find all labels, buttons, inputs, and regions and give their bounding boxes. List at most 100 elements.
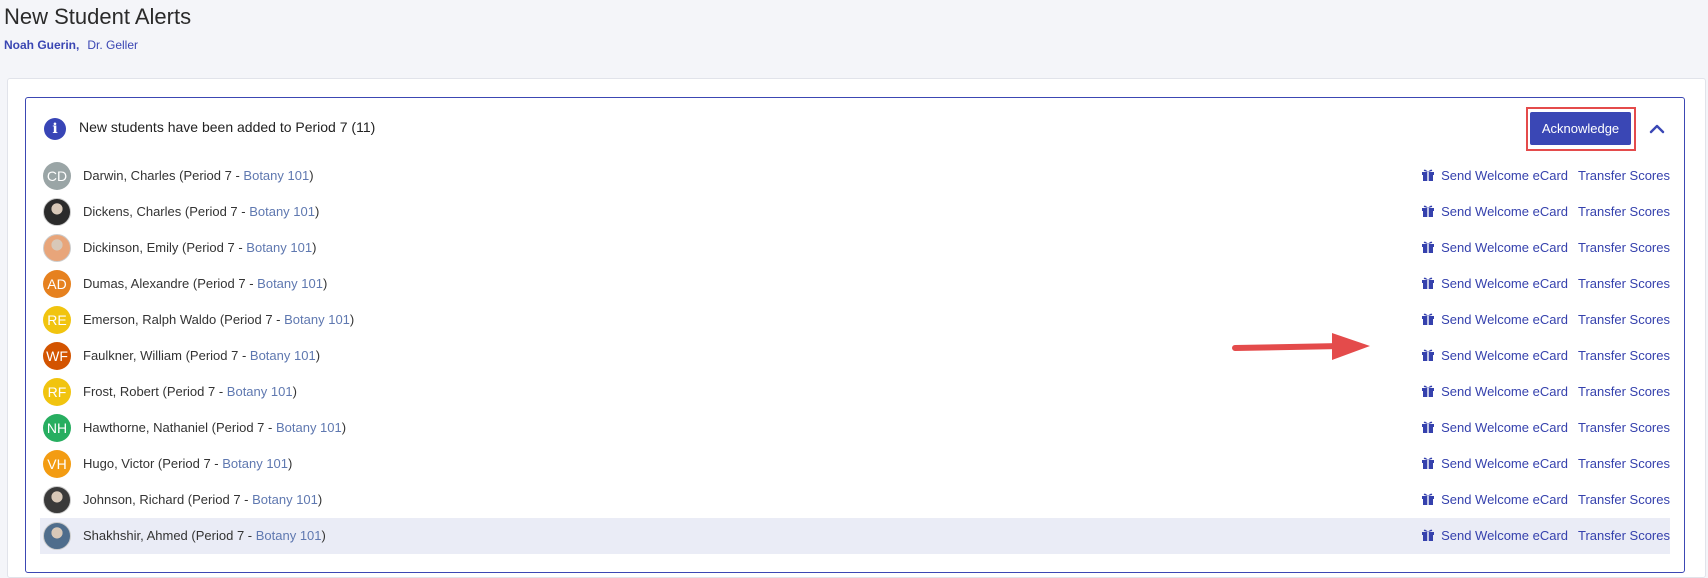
student-name-text: Dickens, Charles [83,204,182,219]
course-link[interactable]: Botany 101 [222,456,288,471]
student-period: (Period 7 - [181,240,247,255]
send-welcome-ecard-link[interactable]: Send Welcome eCard [1441,348,1568,363]
student-name: Dumas, Alexandre (Period 7 - Botany 101) [83,276,327,291]
avatar [43,522,71,550]
transfer-scores-link[interactable]: Transfer Scores [1578,276,1670,291]
student-period: (Period 7 - [184,204,250,219]
transfer-scores-link[interactable]: Transfer Scores [1578,168,1670,183]
student-name-text: Hugo, Victor [83,456,155,471]
send-welcome-ecard-link[interactable]: Send Welcome eCard [1441,276,1568,291]
gift-icon [1422,385,1435,397]
gift-icon [1422,241,1435,253]
student-name: Johnson, Richard (Period 7 - Botany 101) [83,492,322,507]
avatar-initials: WF [46,348,68,364]
student-name: Emerson, Ralph Waldo (Period 7 - Botany … [83,312,354,327]
transfer-scores-link[interactable]: Transfer Scores [1578,420,1670,435]
student-name-text: Faulkner, William [83,348,182,363]
student-list: CD Darwin, Charles (Period 7 - Botany 101… [40,158,1670,554]
transfer-scores-link[interactable]: Transfer Scores [1578,456,1670,471]
avatar-initials: NH [46,420,68,436]
student-period: (Period 7 - [157,456,223,471]
row-actions: Send Welcome eCard Transfer Scores [1421,384,1670,399]
send-welcome-ecard-link[interactable]: Send Welcome eCard [1441,456,1568,471]
transfer-scores-link[interactable]: Transfer Scores [1578,312,1670,327]
avatar [43,234,71,262]
student-period-close: ) [341,420,347,435]
student-period: (Period 7 - [219,312,285,327]
course-link[interactable]: Botany 101 [284,312,350,327]
send-welcome-ecard-link[interactable]: Send Welcome eCard [1441,312,1568,327]
transfer-scores-link[interactable]: Transfer Scores [1578,528,1670,543]
row-actions: Send Welcome eCard Transfer Scores [1421,348,1670,363]
send-welcome-ecard-link[interactable]: Send Welcome eCard [1441,492,1568,507]
avatar-initials: RE [47,312,67,328]
avatar: NH [43,414,71,442]
transfer-scores-link[interactable]: Transfer Scores [1578,240,1670,255]
transfer-scores-link[interactable]: Transfer Scores [1578,204,1670,219]
course-link[interactable]: Botany 101 [249,204,315,219]
student-period-close: ) [322,276,328,291]
student-row: NH Hawthorne, Nathaniel (Period 7 - Botan… [40,410,1670,446]
course-link[interactable]: Botany 101 [250,348,316,363]
transfer-scores-link[interactable]: Transfer Scores [1578,492,1670,507]
avatar-initials: RF [47,384,67,400]
transfer-scores-link[interactable]: Transfer Scores [1578,348,1670,363]
breadcrumb: Noah Guerin, Dr. Geller [4,38,138,52]
instructor-link[interactable]: Dr. Geller [87,38,138,52]
send-welcome-ecard-link[interactable]: Send Welcome eCard [1441,240,1568,255]
student-row: RE Emerson, Ralph Waldo (Period 7 - Botan… [40,302,1670,338]
student-name: Frost, Robert (Period 7 - Botany 101) [83,384,297,399]
student-period: (Period 7 - [162,384,227,399]
student-name: Hugo, Victor (Period 7 - Botany 101) [83,456,292,471]
row-actions: Send Welcome eCard Transfer Scores [1421,492,1670,507]
student-period: (Period 7 - [191,528,256,543]
send-welcome-ecard-link[interactable]: Send Welcome eCard [1441,168,1568,183]
student-period-close: ) [317,492,323,507]
student-period: (Period 7 - [192,276,258,291]
avatar: RF [43,378,71,406]
course-link[interactable]: Botany 101 [252,492,318,507]
gift-icon [1422,205,1435,217]
student-period-close: ) [292,384,297,399]
student-name-text: Johnson, Richard [83,492,185,507]
course-link[interactable]: Botany 101 [243,168,309,183]
course-link[interactable]: Botany 101 [257,276,323,291]
send-welcome-ecard-link[interactable]: Send Welcome eCard [1441,528,1568,543]
student-period: (Period 7 - [185,348,250,363]
student-row: Shakhshir, Ahmed (Period 7 - Botany 101)… [40,518,1670,554]
chevron-up-icon[interactable] [1647,119,1667,139]
student-name-text: Hawthorne, Nathaniel [83,420,209,435]
student-period-close: ) [349,312,355,327]
acknowledge-button[interactable]: Acknowledge [1530,112,1631,145]
gift-icon [1422,457,1435,469]
student-row: RF Frost, Robert (Period 7 - Botany 101) S… [40,374,1670,410]
student-period-close: ) [309,168,314,183]
gift-icon [1422,349,1435,361]
course-link[interactable]: Botany 101 [276,420,342,435]
student-row: Dickinson, Emily (Period 7 - Botany 101)… [40,230,1670,266]
student-period-close: ) [312,240,317,255]
gift-icon [1422,277,1435,289]
row-actions: Send Welcome eCard Transfer Scores [1421,312,1670,327]
teacher-link[interactable]: Noah Guerin, [4,38,79,52]
student-name: Dickinson, Emily (Period 7 - Botany 101) [83,240,316,255]
row-actions: Send Welcome eCard Transfer Scores [1421,276,1670,291]
student-period: (Period 7 - [211,420,276,435]
send-welcome-ecard-link[interactable]: Send Welcome eCard [1441,384,1568,399]
course-link[interactable]: Botany 101 [256,528,322,543]
course-link[interactable]: Botany 101 [227,384,293,399]
course-link[interactable]: Botany 101 [246,240,312,255]
transfer-scores-link[interactable]: Transfer Scores [1578,384,1670,399]
student-row: WF Faulkner, William (Period 7 - Botany 1… [40,338,1670,374]
student-name-text: Dumas, Alexandre [83,276,190,291]
avatar [43,486,71,514]
send-welcome-ecard-link[interactable]: Send Welcome eCard [1441,420,1568,435]
avatar: WF [43,342,71,370]
row-actions: Send Welcome eCard Transfer Scores [1421,240,1670,255]
student-name: Dickens, Charles (Period 7 - Botany 101) [83,204,319,219]
send-welcome-ecard-link[interactable]: Send Welcome eCard [1441,204,1568,219]
alert-message: New students have been added to Period 7… [79,119,376,135]
student-period: (Period 7 - [179,168,244,183]
avatar [43,198,71,226]
student-row: Dickens, Charles (Period 7 - Botany 101)… [40,194,1670,230]
